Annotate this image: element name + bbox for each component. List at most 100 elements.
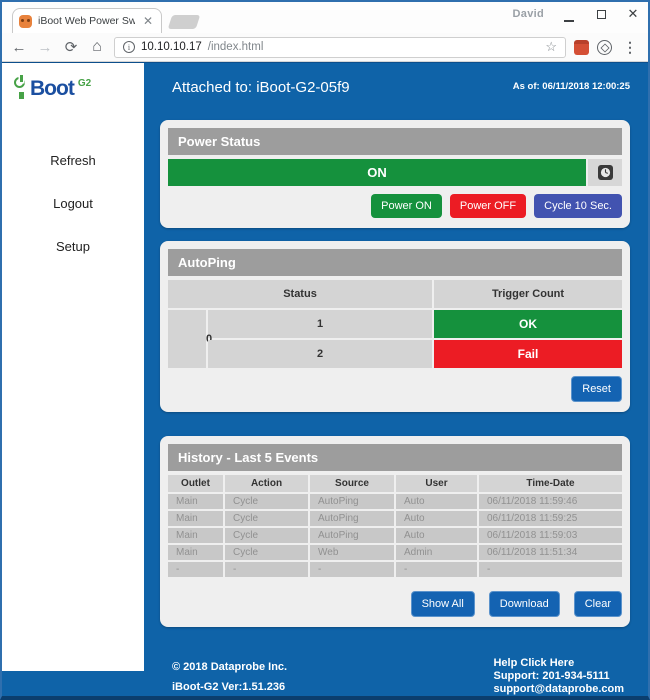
extension-icon[interactable] [574, 40, 589, 55]
history-cell: Cycle [225, 511, 308, 526]
history-col-outlet: Outlet [168, 475, 223, 492]
history-panel: History - Last 5 Events Outlet Action So… [160, 436, 630, 627]
autoping-row-label: 1 [208, 310, 432, 338]
maximize-icon[interactable] [594, 7, 608, 22]
footer-right: Help Click Here Support: 201-934-5111 su… [493, 657, 624, 697]
browser-tab[interactable]: iBoot Web Power Switch ✕ [12, 8, 162, 33]
footer-left: © 2018 Dataprobe Inc. iBoot-G2 Ver:1.51.… [172, 657, 287, 697]
new-tab-button[interactable] [168, 15, 201, 29]
autoping-row-label: 2 [208, 340, 432, 368]
logo-badge: G2 [78, 78, 91, 89]
history-cell: Auto [396, 494, 477, 509]
history-cell: Main [168, 528, 223, 543]
history-cell: Admin [396, 545, 477, 560]
page-footer: © 2018 Dataprobe Inc. iBoot-G2 Ver:1.51.… [160, 657, 630, 697]
autoping-status-fail: Fail [434, 340, 622, 368]
show-all-button[interactable]: Show All [411, 591, 475, 617]
forward-icon[interactable]: → [36, 39, 54, 56]
sidebar-nav: Refresh Logout Setup [2, 153, 144, 254]
logo-text: Boot [30, 77, 74, 101]
download-button[interactable]: Download [489, 591, 560, 617]
history-col-timedate: Time-Date [479, 475, 622, 492]
browser-toolbar: ← → ⟳ ⌂ i 10.10.10.17 /index.html ☆ ⋮ [2, 33, 648, 62]
power-symbol-icon [14, 77, 29, 99]
history-cell: AutoPing [310, 494, 394, 509]
history-cell: - [310, 562, 394, 577]
attached-device-title: Attached to: iBoot-G2-05f9 [172, 79, 350, 96]
history-col-source: Source [310, 475, 394, 492]
firmware-version: iBoot-G2 Ver:1.51.236 [172, 677, 287, 697]
browser-window: iBoot Web Power Switch ✕ David ✕ ← → ⟳ ⌂… [0, 0, 650, 700]
power-buttons-row: Power ON Power OFF Cycle 10 Sec. [168, 194, 622, 218]
autoping-trigger-header: Trigger Count [434, 280, 622, 308]
autoping-panel: AutoPing Status Trigger Count 1 OK 0 2 F… [160, 241, 630, 412]
reset-button[interactable]: Reset [571, 376, 622, 402]
home-icon[interactable]: ⌂ [88, 38, 106, 56]
url-host: 10.10.10.17 [141, 41, 202, 53]
history-table: Outlet Action Source User Time-Date Main… [168, 475, 622, 577]
copyright-text: © 2018 Dataprobe Inc. [172, 657, 287, 677]
history-cell: 06/11/2018 11:51:34 [479, 545, 622, 560]
power-status-panel: Power Status ON Power ON [160, 120, 630, 228]
autoping-table: Status Trigger Count 1 OK 0 2 Fail [168, 280, 622, 368]
power-on-button[interactable]: Power ON [371, 194, 442, 218]
cycle-button[interactable]: Cycle 10 Sec. [534, 194, 622, 218]
browser-chrome: iBoot Web Power Switch ✕ David ✕ ← → ⟳ ⌂… [2, 2, 648, 62]
tab-close-icon[interactable]: ✕ [141, 14, 155, 28]
history-cell: 06/11/2018 11:59:46 [479, 494, 622, 509]
power-off-button[interactable]: Power OFF [450, 194, 526, 218]
sidebar-item-refresh[interactable]: Refresh [2, 153, 144, 168]
history-col-user: User [396, 475, 477, 492]
history-cell: AutoPing [310, 528, 394, 543]
profile-name[interactable]: David [513, 8, 544, 20]
history-cell: 06/11/2018 11:59:03 [479, 528, 622, 543]
history-cell: - [225, 562, 308, 577]
bookmark-star-icon[interactable]: ☆ [545, 39, 557, 55]
history-col-action: Action [225, 475, 308, 492]
close-icon[interactable]: ✕ [626, 6, 640, 22]
history-cell: AutoPing [310, 511, 394, 526]
browser-menu-icon[interactable]: ⋮ [620, 39, 640, 56]
support-email[interactable]: support@dataprobe.com [493, 683, 624, 696]
address-bar[interactable]: i 10.10.10.17 /index.html ☆ [114, 37, 566, 58]
page-header: Attached to: iBoot-G2-05f9 As of: 06/11/… [160, 79, 630, 96]
history-cell: - [168, 562, 223, 577]
history-cell: Web [310, 545, 394, 560]
sidebar: Boot G2 Refresh Logout Setup [2, 63, 144, 671]
autoping-buttons-row: Reset [168, 376, 622, 402]
tab-title: iBoot Web Power Switch [38, 15, 135, 27]
history-cell: Main [168, 545, 223, 560]
autoping-status-ok: OK [434, 310, 622, 338]
main-content: Attached to: iBoot-G2-05f9 As of: 06/11/… [144, 63, 648, 700]
autoping-trigger-count: 0 [168, 310, 206, 368]
extension-shield-icon[interactable] [597, 40, 612, 55]
minimize-icon[interactable] [562, 7, 576, 22]
power-state-icon-cell[interactable] [588, 159, 622, 186]
history-cell: Cycle [225, 528, 308, 543]
clock-icon [598, 165, 613, 180]
history-cell: Cycle [225, 545, 308, 560]
refresh-icon[interactable]: ⟳ [62, 38, 80, 56]
autoping-status-header: Status [168, 280, 432, 308]
page-body: Boot G2 Refresh Logout Setup Attached to… [2, 62, 648, 700]
back-icon[interactable]: ← [10, 39, 28, 56]
history-buttons-row: Show All Download Clear [168, 591, 622, 617]
power-status-title: Power Status [168, 128, 622, 155]
history-cell: - [396, 562, 477, 577]
outlet-favicon-icon [19, 15, 32, 28]
page-info-icon[interactable]: i [123, 41, 135, 53]
history-cell: - [479, 562, 622, 577]
history-cell: Main [168, 494, 223, 509]
sidebar-item-setup[interactable]: Setup [2, 239, 144, 254]
sidebar-item-logout[interactable]: Logout [2, 196, 144, 211]
clear-button[interactable]: Clear [574, 591, 622, 617]
power-state-bar: ON [168, 159, 586, 186]
help-link[interactable]: Help Click Here [493, 657, 624, 670]
support-phone: Support: 201-934-5111 [493, 670, 624, 683]
as-of-timestamp: As of: 06/11/2018 12:00:25 [513, 81, 630, 92]
autoping-title: AutoPing [168, 249, 622, 276]
iboot-logo: Boot G2 [2, 77, 144, 101]
history-cell: Auto [396, 511, 477, 526]
history-cell: Main [168, 511, 223, 526]
window-controls: David ✕ [513, 6, 640, 22]
